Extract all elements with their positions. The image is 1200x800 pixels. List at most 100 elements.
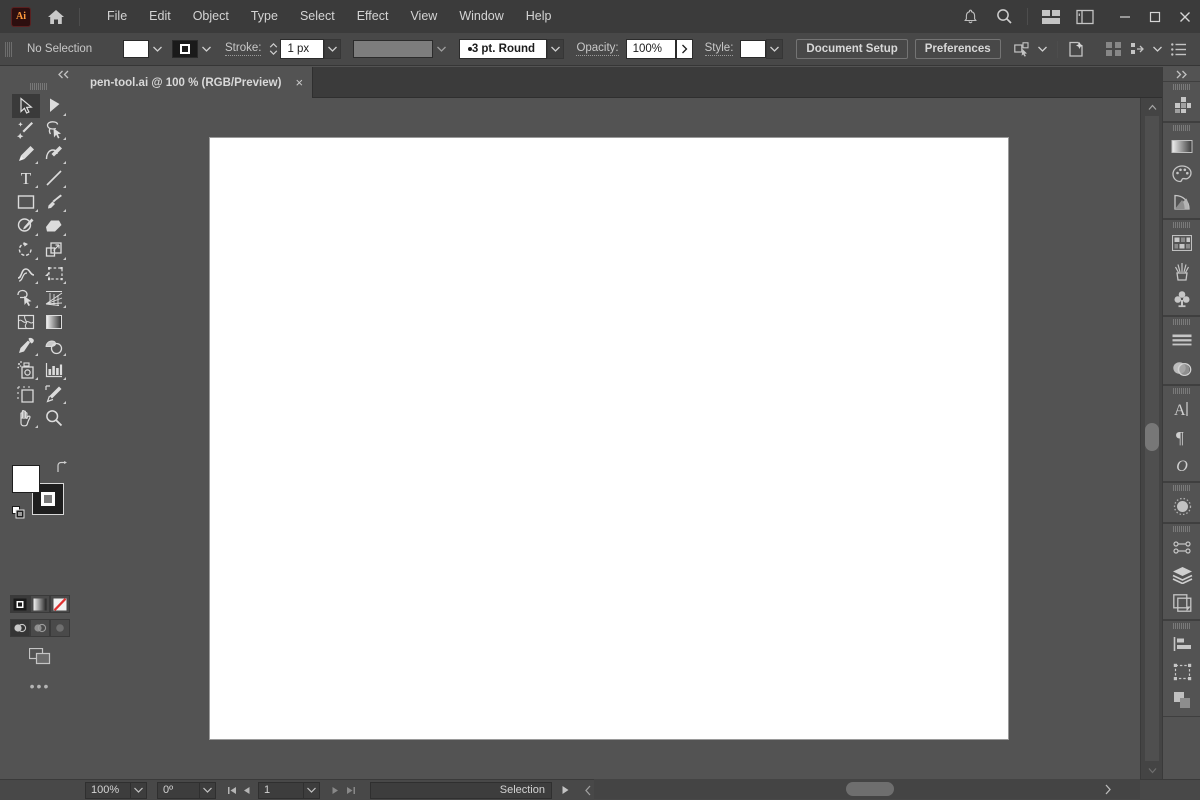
color-guide-panel-icon[interactable]: [1163, 188, 1200, 216]
arrange-documents-icon[interactable]: [1034, 0, 1068, 33]
edit-toolbar-icon[interactable]: •••: [26, 677, 54, 695]
menu-item-file[interactable]: File: [96, 0, 138, 33]
transparency-panel-icon[interactable]: [1163, 354, 1200, 382]
zoom-level-input[interactable]: 100%: [85, 781, 131, 799]
shape-builder-tool[interactable]: [12, 286, 40, 310]
graphic-style-swatch[interactable]: [740, 40, 767, 58]
canvas-vertical-scrollbar[interactable]: [1140, 98, 1162, 779]
menu-item-view[interactable]: View: [399, 0, 448, 33]
type-tool[interactable]: T: [12, 166, 40, 190]
appearance-panel-icon[interactable]: [1163, 492, 1200, 520]
paragraph-panel-icon[interactable]: ¶: [1163, 423, 1200, 451]
menu-item-edit[interactable]: Edit: [138, 0, 182, 33]
gradient-tool[interactable]: [40, 310, 68, 334]
layers-panel-icon[interactable]: [1163, 561, 1200, 589]
align-panel-icon[interactable]: [1163, 630, 1200, 658]
toolbar-collapse-button[interactable]: [0, 67, 78, 81]
previous-artboard-icon[interactable]: [239, 782, 254, 799]
dock-group-grip[interactable]: [1163, 621, 1200, 630]
change-screen-mode-icon[interactable]: [26, 645, 54, 667]
scale-tool[interactable]: [40, 238, 68, 262]
fill-color-chevron-down-icon[interactable]: [149, 39, 166, 59]
search-icon[interactable]: [987, 0, 1021, 33]
select-similar-chevron-down-icon[interactable]: [1034, 39, 1051, 59]
stroke-weight-label[interactable]: Stroke:: [225, 42, 262, 56]
dock-group-grip[interactable]: [1163, 220, 1200, 229]
last-artboard-icon[interactable]: [343, 782, 358, 799]
dock-group-grip[interactable]: [1163, 317, 1200, 326]
opacity-expand-icon[interactable]: [675, 39, 693, 59]
symbols-panel-icon[interactable]: [1163, 285, 1200, 313]
toolbar-grip[interactable]: [30, 83, 48, 90]
artboard-tool[interactable]: [12, 382, 40, 406]
stroke-color-swatch[interactable]: [172, 40, 198, 58]
canvas-area[interactable]: [78, 98, 1140, 779]
dock-group-grip[interactable]: [1163, 82, 1200, 91]
first-artboard-icon[interactable]: [224, 782, 239, 799]
symbol-sprayer-tool[interactable]: [12, 358, 40, 382]
selection-tool[interactable]: [12, 94, 40, 118]
rotate-tool[interactable]: [12, 238, 40, 262]
horizontal-scrollbar-thumb[interactable]: [846, 782, 894, 796]
opentype-panel-icon[interactable]: O: [1163, 451, 1200, 479]
draw-behind-mode-button[interactable]: [30, 619, 50, 637]
dock-collapse-button[interactable]: [1163, 67, 1200, 81]
graphic-style-chevron-down-icon[interactable]: [766, 39, 784, 59]
home-icon[interactable]: [41, 0, 71, 33]
menu-item-select[interactable]: Select: [289, 0, 346, 33]
control-bar-grip[interactable]: [5, 41, 12, 57]
slice-tool[interactable]: [40, 382, 68, 406]
shaper-tool[interactable]: [12, 214, 40, 238]
dock-group-grip[interactable]: [1163, 386, 1200, 395]
stroke-panel-icon[interactable]: [1163, 326, 1200, 354]
rectangle-tool[interactable]: [12, 190, 40, 214]
close-button[interactable]: [1170, 0, 1200, 33]
variable-width-profile-chevron-down-icon[interactable]: [433, 39, 450, 59]
options-menu-icon[interactable]: [1166, 39, 1192, 59]
eraser-tool[interactable]: [40, 214, 68, 238]
artboard-number-input[interactable]: 1: [258, 781, 304, 799]
select-similar-icon[interactable]: [1012, 39, 1034, 59]
stroke-weight-chevron-down-icon[interactable]: [324, 39, 342, 59]
transform-panel-icon[interactable]: [1163, 658, 1200, 686]
graphic-styles-panel-icon[interactable]: [1163, 533, 1200, 561]
magic-wand-tool[interactable]: [12, 118, 40, 142]
minimize-button[interactable]: [1110, 0, 1140, 33]
blend-tool[interactable]: [40, 334, 68, 358]
artboard-number-chevron-down-icon[interactable]: [304, 781, 320, 799]
scroll-up-icon[interactable]: [1141, 100, 1163, 114]
pathfinder-panel-icon[interactable]: [1163, 686, 1200, 714]
scrollbar-thumb[interactable]: [1145, 423, 1159, 451]
preferences-button[interactable]: Preferences: [914, 39, 1001, 59]
next-artboard-icon[interactable]: [328, 782, 343, 799]
curvature-tool[interactable]: [40, 142, 68, 166]
menu-item-help[interactable]: Help: [515, 0, 563, 33]
stroke-color-chevron-down-icon[interactable]: [198, 39, 215, 59]
character-panel-icon[interactable]: A: [1163, 395, 1200, 423]
document-setup-button[interactable]: Document Setup: [796, 39, 908, 59]
fill-proxy-swatch[interactable]: [12, 465, 40, 493]
properties-panel-icon[interactable]: [1163, 91, 1200, 119]
stroke-weight-stepper[interactable]: [268, 39, 279, 59]
stroke-weight-input[interactable]: 1 px: [280, 39, 325, 59]
style-label[interactable]: Style:: [704, 42, 734, 56]
zoom-level-chevron-down-icon[interactable]: [131, 781, 147, 799]
swatches-panel-icon[interactable]: [1163, 229, 1200, 257]
none-mode-button[interactable]: [50, 595, 70, 613]
default-fill-stroke-icon[interactable]: [12, 506, 25, 519]
opacity-input[interactable]: 100%: [625, 39, 676, 59]
perspective-grid-tool[interactable]: [40, 286, 68, 310]
menu-item-window[interactable]: Window: [448, 0, 514, 33]
close-icon[interactable]: ×: [295, 76, 303, 89]
lasso-tool[interactable]: [40, 118, 68, 142]
maximize-button[interactable]: [1140, 0, 1170, 33]
rotation-input[interactable]: 0º: [157, 781, 200, 799]
brushes-panel-icon[interactable]: [1163, 257, 1200, 285]
direct-selection-tool[interactable]: [40, 94, 68, 118]
draw-normal-mode-button[interactable]: [10, 619, 30, 637]
fill-color-swatch[interactable]: [123, 40, 149, 58]
column-graph-tool[interactable]: [40, 358, 68, 382]
dock-group-grip[interactable]: [1163, 483, 1200, 492]
distribute-chevron-down-icon[interactable]: [1149, 39, 1166, 59]
workspace-switcher-icon[interactable]: [1068, 0, 1102, 33]
